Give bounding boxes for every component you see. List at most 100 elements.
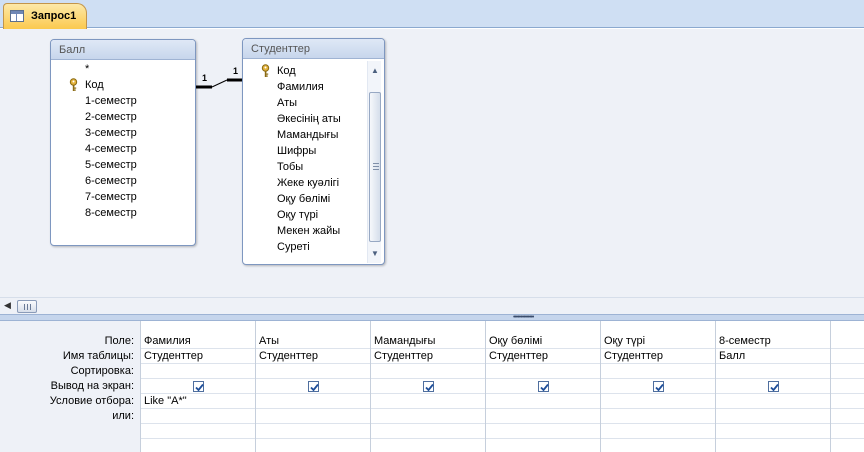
field-item[interactable]: Мекен жайы: [277, 223, 340, 239]
grid-cell-criteria[interactable]: [256, 394, 370, 409]
field-item[interactable]: 5-семестр: [85, 157, 137, 173]
grid-column[interactable]: Аты Студенттер: [255, 321, 370, 452]
grid-cell-or[interactable]: [716, 409, 830, 424]
horizontal-scroll-thumb[interactable]: [17, 300, 37, 313]
grid-cell-show[interactable]: [716, 379, 830, 394]
grid-cell-or[interactable]: [371, 409, 485, 424]
field-item[interactable]: 2-семестр: [85, 109, 137, 125]
field-item[interactable]: Фамилия: [277, 79, 324, 95]
grid-cell-sort[interactable]: [256, 364, 370, 379]
field-list-scrollbar[interactable]: ▲ ▼: [367, 61, 381, 263]
show-checkbox[interactable]: [193, 381, 204, 392]
grid-cell-or[interactable]: [486, 409, 600, 424]
grid-cell-show[interactable]: [831, 379, 864, 394]
grid-column[interactable]: [830, 321, 864, 452]
scroll-down-arrow[interactable]: ▼: [368, 247, 382, 261]
design-horizontal-scrollbar[interactable]: ◀: [0, 297, 864, 314]
field-item[interactable]: Код: [277, 63, 296, 79]
grid-cell-field[interactable]: [831, 334, 864, 349]
query-tab[interactable]: Запрос1: [3, 3, 87, 29]
grid-cell-empty[interactable]: [486, 439, 600, 452]
grid-cell-field[interactable]: Аты: [256, 334, 370, 349]
field-item[interactable]: 6-семестр: [85, 173, 137, 189]
scroll-up-arrow[interactable]: ▲: [368, 64, 382, 78]
field-item[interactable]: 3-семестр: [85, 125, 137, 141]
field-item[interactable]: Код: [85, 77, 104, 93]
grid-cell-empty[interactable]: [371, 439, 485, 452]
field-item[interactable]: Мамандығы: [277, 127, 338, 143]
grid-cell-table[interactable]: Балл: [716, 349, 830, 364]
table-title-students[interactable]: Студенттер: [243, 39, 384, 59]
grid-column[interactable]: 8-семестр Балл: [715, 321, 830, 452]
grid-cell-table[interactable]: Студенттер: [486, 349, 600, 364]
grid-cell-sort[interactable]: [371, 364, 485, 379]
grid-cell-criteria[interactable]: [601, 394, 715, 409]
grid-cell-empty[interactable]: [601, 439, 715, 452]
grid-cell-show[interactable]: [256, 379, 370, 394]
grid-cell-table[interactable]: Студенттер: [256, 349, 370, 364]
grid-cell-empty[interactable]: [716, 439, 830, 452]
grid-cell-empty[interactable]: [831, 424, 864, 439]
table-box-students[interactable]: Студенттер Код Фамилия Аты Әкесінің аты Мама…: [242, 38, 385, 265]
grid-cell-empty[interactable]: [256, 439, 370, 452]
grid-cell-show[interactable]: [141, 379, 255, 394]
field-item[interactable]: 4-семестр: [85, 141, 137, 157]
show-checkbox[interactable]: [308, 381, 319, 392]
grid-cell-or[interactable]: [256, 409, 370, 424]
field-item[interactable]: Тобы: [277, 159, 303, 175]
grid-cell-table[interactable]: Студенттер: [371, 349, 485, 364]
grid-cell-empty[interactable]: [141, 439, 255, 452]
grid-column[interactable]: Мамандығы Студенттер: [370, 321, 485, 452]
grid-cell-field[interactable]: Оқу түрі: [601, 334, 715, 349]
field-item[interactable]: Суреті: [277, 239, 310, 255]
grid-cell-empty[interactable]: [831, 439, 864, 452]
field-item[interactable]: Аты: [277, 95, 297, 111]
grid-cell-or[interactable]: [141, 409, 255, 424]
grid-cell-sort[interactable]: [716, 364, 830, 379]
field-item[interactable]: Оқу бөлімі: [277, 191, 330, 207]
grid-cell-table[interactable]: Студенттер: [601, 349, 715, 364]
scroll-thumb[interactable]: [369, 92, 381, 242]
grid-column[interactable]: Фамилия Студенттер Like "A*": [140, 321, 255, 452]
show-checkbox[interactable]: [768, 381, 779, 392]
field-item[interactable]: *: [85, 61, 89, 77]
grid-cell-empty[interactable]: [486, 424, 600, 439]
field-item[interactable]: Әкесінің аты: [277, 111, 341, 127]
grid-cell-criteria[interactable]: Like "A*": [141, 394, 255, 409]
grid-cell-sort[interactable]: [486, 364, 600, 379]
grid-cell-or[interactable]: [601, 409, 715, 424]
grid-column[interactable]: Оқу түрі Студенттер: [600, 321, 715, 452]
grid-cell-table[interactable]: Студенттер: [141, 349, 255, 364]
grid-cell-criteria[interactable]: [486, 394, 600, 409]
grid-cell-criteria[interactable]: [831, 394, 864, 409]
field-item[interactable]: 1-семестр: [85, 93, 137, 109]
grid-cell-field[interactable]: Фамилия: [141, 334, 255, 349]
grid-cell-criteria[interactable]: [371, 394, 485, 409]
grid-cell-show[interactable]: [486, 379, 600, 394]
grid-cell-show[interactable]: [371, 379, 485, 394]
grid-cell-empty[interactable]: [716, 424, 830, 439]
grid-cell-sort[interactable]: [141, 364, 255, 379]
grid-column[interactable]: Оқу бөлімі Студенттер: [485, 321, 600, 452]
grid-cell-empty[interactable]: [371, 424, 485, 439]
show-checkbox[interactable]: [538, 381, 549, 392]
scroll-left-arrow[interactable]: ◀: [4, 300, 11, 311]
grid-cell-empty[interactable]: [601, 424, 715, 439]
query-design-pane[interactable]: Балл * Код 1-семестр 2-семестр 3-семестр 4-се…: [0, 29, 864, 297]
show-checkbox[interactable]: [423, 381, 434, 392]
grid-cell-criteria[interactable]: [716, 394, 830, 409]
field-item[interactable]: 7-семестр: [85, 189, 137, 205]
grid-cell-field[interactable]: Мамандығы: [371, 334, 485, 349]
grid-cell-field[interactable]: Оқу бөлімі: [486, 334, 600, 349]
field-item[interactable]: Жеке куәлігі: [277, 175, 339, 191]
field-item[interactable]: Шифры: [277, 143, 316, 159]
field-item[interactable]: 8-семестр: [85, 205, 137, 221]
field-item[interactable]: Оқу түрі: [277, 207, 318, 223]
table-title-ball[interactable]: Балл: [51, 40, 195, 60]
pane-splitter[interactable]: ••••••••••••••: [0, 314, 864, 321]
grid-cell-empty[interactable]: [141, 424, 255, 439]
grid-cell-field[interactable]: 8-семестр: [716, 334, 830, 349]
grid-cell-or[interactable]: [831, 409, 864, 424]
table-box-ball[interactable]: Балл * Код 1-семестр 2-семестр 3-семестр 4-се…: [50, 39, 196, 246]
grid-cell-table[interactable]: [831, 349, 864, 364]
